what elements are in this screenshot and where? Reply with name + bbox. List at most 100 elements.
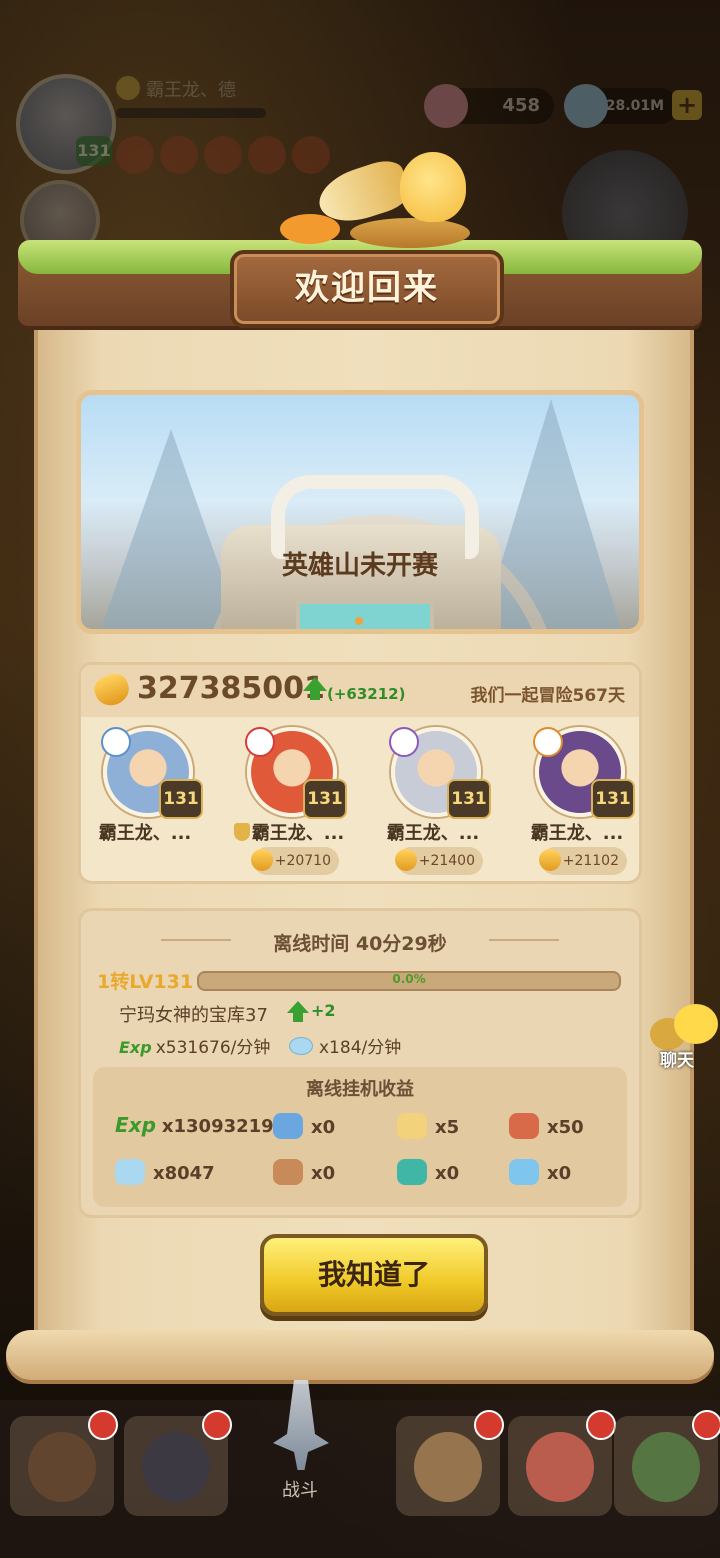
nest-decoration xyxy=(350,218,470,248)
mascot-bird xyxy=(400,152,466,222)
earning-value: x0 xyxy=(311,1163,336,1184)
confirm-button[interactable]: 我知道了 xyxy=(260,1234,488,1316)
earning-value: x0 xyxy=(435,1163,460,1184)
event-icon xyxy=(632,1432,700,1502)
offline-time: 离线时间 40分29秒 xyxy=(273,933,447,955)
hero-name: 霸王龙、... xyxy=(85,819,205,845)
mountain-shape xyxy=(101,429,241,629)
earning-value: x0 xyxy=(311,1117,336,1138)
element-icon xyxy=(389,727,419,757)
earning-item[interactable]: x0 xyxy=(397,1159,459,1185)
chat-button[interactable]: 聊天 xyxy=(648,1004,720,1074)
exp-icon: Exp xyxy=(119,1038,152,1057)
hero-icon xyxy=(142,1432,210,1502)
meat-icon xyxy=(273,1159,303,1185)
hero-level: 131 xyxy=(303,779,347,819)
crystal-icon xyxy=(115,1159,145,1185)
notification-icon xyxy=(202,1410,232,1440)
elder-icon xyxy=(414,1432,482,1502)
level-progress-bar: 0.0% xyxy=(197,971,621,991)
shield-icon xyxy=(233,823,250,841)
candle-icon xyxy=(397,1113,427,1139)
notification-icon xyxy=(474,1410,504,1440)
hero-power-gain: +21400 xyxy=(395,847,483,875)
nav-item-events[interactable] xyxy=(614,1410,720,1516)
level-progress-text: 0.0% xyxy=(392,972,426,986)
stage-up-stem xyxy=(293,1012,303,1022)
earnings-title: 离线挂机收益 xyxy=(306,1079,414,1100)
nav-item-guild[interactable] xyxy=(396,1410,504,1516)
earning-item[interactable]: x50 xyxy=(509,1113,584,1139)
chat-label: 聊天 xyxy=(660,1051,694,1071)
hero-name: 霸王龙、... xyxy=(517,819,637,845)
element-icon xyxy=(245,727,275,757)
page-indicator-dot xyxy=(355,617,363,625)
increase-arrow-icon xyxy=(303,677,327,691)
hero-name-text: 霸王龙、... xyxy=(530,823,624,844)
exp-rate: Exp x531676/分钟 xyxy=(119,1033,270,1058)
crystal-rate: x184/分钟 xyxy=(289,1033,401,1058)
hero-name-text: 霸王龙、... xyxy=(98,823,192,844)
bear-icon xyxy=(28,1432,96,1502)
pet-icon xyxy=(526,1432,594,1502)
hero-name-text: 霸王龙、... xyxy=(251,823,345,844)
crystal-rate-value: x184/分钟 xyxy=(319,1038,402,1058)
earning-item[interactable]: x0 xyxy=(273,1159,335,1185)
nav-item-shop[interactable] xyxy=(508,1410,616,1516)
medal-icon xyxy=(509,1113,539,1139)
earning-item[interactable]: x8047 xyxy=(115,1159,215,1185)
combat-power-value: 327385001 xyxy=(137,671,325,706)
earning-item[interactable]: Exp x13093219 xyxy=(115,1113,274,1137)
chat-face-icon xyxy=(674,1004,718,1044)
earning-value: x13093219 xyxy=(161,1116,274,1137)
hero-slot[interactable]: 131 霸王龙、... xyxy=(85,725,205,875)
offline-panel: 离线时间 40分29秒 1转LV131 0.0% 宁玛女神的宝库37 +2 Ex… xyxy=(78,908,642,1218)
hero-power-gain: +21102 xyxy=(539,847,627,875)
hero-power-gain: +20710 xyxy=(251,847,339,875)
level-label: 1转LV131 xyxy=(97,971,194,993)
stage-name: 宁玛女神的宝库37 xyxy=(119,1005,268,1026)
combat-power-delta: (+63212) xyxy=(327,685,406,703)
dialog-title-plate: 欢迎回来 xyxy=(230,250,504,328)
earning-item[interactable]: x0 xyxy=(273,1113,335,1139)
hero-level: 131 xyxy=(159,779,203,819)
fruit-decoration xyxy=(280,214,340,244)
scroll-bottom-roll xyxy=(6,1330,714,1380)
earning-item[interactable]: x0 xyxy=(509,1159,571,1185)
hero-level: 131 xyxy=(447,779,491,819)
hero-slot[interactable]: 131 霸王龙、... +20710 xyxy=(229,725,349,875)
offline-earnings: 离线挂机收益 Exp x13093219 x0 x5 x50 x8047 x0 x0 x0 xyxy=(93,1067,627,1207)
earning-value: x50 xyxy=(547,1117,584,1138)
notification-icon xyxy=(692,1410,720,1440)
hero-mountain-banner[interactable]: 英雄山未开赛 xyxy=(76,390,644,634)
hero-level: 131 xyxy=(591,779,635,819)
hero-name: 霸王龙、... xyxy=(229,819,349,845)
notification-icon xyxy=(586,1410,616,1440)
notification-icon xyxy=(88,1410,118,1440)
earning-value: x5 xyxy=(435,1117,460,1138)
hero-slot[interactable]: 131 霸王龙、... +21400 xyxy=(373,725,493,875)
banner-status-text: 英雄山未开赛 xyxy=(281,551,438,581)
earning-value: x8047 xyxy=(153,1163,215,1184)
teal-gem-icon xyxy=(397,1159,427,1185)
hero-slot[interactable]: 131 霸王龙、... +21102 xyxy=(517,725,637,875)
increase-arrow-stem xyxy=(310,690,320,700)
hero-name: 霸王龙、... xyxy=(373,819,493,845)
bottom-nav xyxy=(0,1400,720,1558)
scroll-icon xyxy=(273,1113,303,1139)
nav-item-bear[interactable] xyxy=(10,1410,118,1516)
nav-fight-label[interactable]: 战斗 xyxy=(282,1476,318,1502)
exp-icon: Exp xyxy=(115,1113,156,1137)
nav-item-heroes[interactable] xyxy=(124,1410,232,1516)
arena-gate xyxy=(296,600,434,629)
element-icon xyxy=(533,727,563,757)
exp-rate-value: x531676/分钟 xyxy=(155,1038,271,1058)
crystal-icon xyxy=(289,1037,313,1055)
element-icon xyxy=(101,727,131,757)
ice-shard-icon xyxy=(509,1159,539,1185)
team-stats-card: 327385001 (+63212) 我们一起冒险567天 131 霸王龙、...… xyxy=(78,662,642,884)
stage-increase: +2 xyxy=(311,1001,336,1020)
hero-name-text: 霸王龙、... xyxy=(386,823,480,844)
earning-item[interactable]: x5 xyxy=(397,1113,459,1139)
dialog-title: 欢迎回来 xyxy=(295,268,439,308)
